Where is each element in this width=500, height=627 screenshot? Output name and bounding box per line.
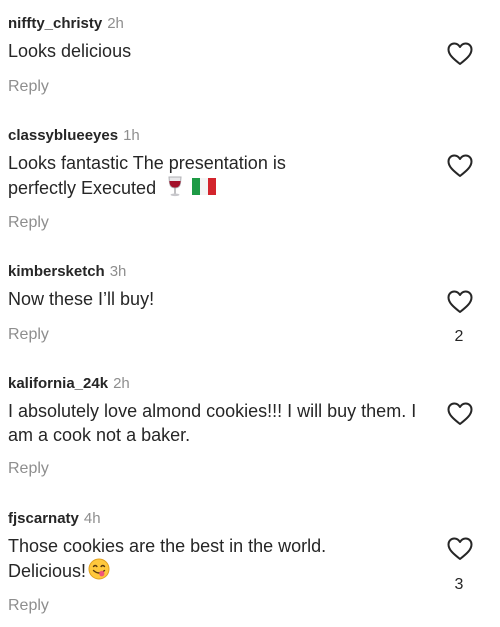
comment-username[interactable]: classyblueeyes (8, 127, 118, 144)
reply-button[interactable]: Reply (8, 325, 49, 345)
comment-text: I absolutely love almond cookies!!! I wi… (8, 401, 417, 445)
reply-button[interactable]: Reply (8, 459, 49, 479)
comment-timestamp: 4h (83, 510, 101, 527)
comment-username[interactable]: fjscarnaty (8, 510, 79, 527)
comment-text-line-with-emoji: Delicious! (8, 558, 433, 586)
reply-button[interactable]: Reply (8, 77, 49, 97)
comment-text-line: perfectly Executed (8, 177, 157, 198)
heart-outline-icon[interactable] (447, 154, 473, 178)
like-count: 2 (454, 328, 464, 345)
comment-text-line: Looks fantastic The presentation is (8, 153, 286, 173)
comment-header: kalifornia_24k 2h (8, 374, 130, 394)
comment-text-line: Delicious! (8, 560, 87, 581)
italy-flag-emoji (192, 177, 217, 201)
heart-outline-icon[interactable] (447, 537, 473, 561)
wine-glass-emoji (166, 175, 184, 203)
heart-outline-icon[interactable] (447, 290, 473, 314)
comment-timestamp: 2h (113, 375, 130, 392)
comment-header: classyblueeyes 1h (8, 126, 140, 146)
like-count: 3 (454, 576, 464, 593)
comment-header: kimbersketch 3h (8, 262, 126, 282)
comment-username[interactable]: kalifornia_24k (8, 375, 108, 392)
reply-button[interactable]: Reply (8, 213, 49, 233)
comment-text: Looks fantastic The presentation is perf… (8, 151, 433, 203)
heart-outline-icon[interactable] (447, 42, 473, 66)
comment-timestamp: 3h (109, 263, 127, 280)
comment-text: Now these I’ll buy! (8, 289, 155, 309)
comment-username[interactable]: niffty_christy (8, 15, 102, 32)
comment-username[interactable]: kimbersketch (8, 263, 105, 280)
comment-timestamp: 2h (107, 15, 124, 32)
reply-button[interactable]: Reply (8, 596, 49, 616)
comment-header: fjscarnaty 4h (8, 509, 101, 529)
comment-text: Looks delicious (8, 41, 132, 61)
comment-text: Those cookies are the best in the world.… (8, 534, 433, 586)
comment-header: niffty_christy 2h (8, 14, 124, 34)
heart-outline-icon[interactable] (447, 402, 473, 426)
comment-text-line: Those cookies are the best in the world. (8, 536, 327, 556)
comment-timestamp: 1h (123, 127, 140, 144)
comment-text-line-with-emoji: perfectly Executed (8, 175, 433, 203)
yum-face-emoji (88, 558, 110, 586)
